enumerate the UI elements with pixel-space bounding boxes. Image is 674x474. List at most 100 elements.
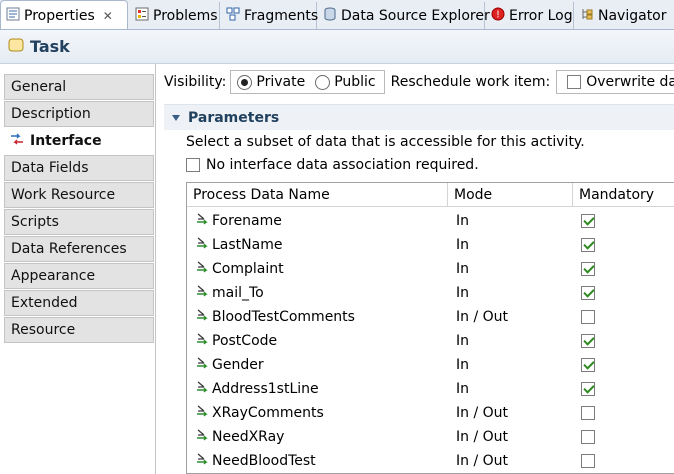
- sidebar-item-label: Appearance: [11, 268, 96, 284]
- sidebar-item-label: General: [11, 79, 67, 95]
- process-data-name: BloodTestComments: [212, 309, 355, 325]
- sidebar-item-resource[interactable]: Resource: [4, 317, 154, 343]
- column-header-mandatory[interactable]: Mandatory: [573, 183, 674, 207]
- mandatory-checkbox[interactable]: [581, 358, 595, 372]
- sidebar-item-general[interactable]: General: [4, 74, 154, 100]
- process-data-name-cell: PostCode: [195, 329, 277, 353]
- mode-cell[interactable]: In / Out: [456, 425, 508, 449]
- process-data-name: NeedBloodTest: [212, 453, 316, 469]
- mode-cell[interactable]: In: [456, 377, 469, 401]
- tab-fragments[interactable]: Fragments: [221, 2, 318, 29]
- table-row[interactable]: BloodTestComments In / Out: [187, 305, 674, 329]
- table-row[interactable]: PostCode In: [187, 329, 674, 353]
- visibility-row: Visibility: Private Public Reschedule wo…: [164, 70, 674, 94]
- table-row[interactable]: Forename In: [187, 209, 674, 233]
- close-icon[interactable]: ✕: [103, 9, 113, 23]
- table-row[interactable]: NeedBloodTest In / Out: [187, 449, 674, 473]
- no-association-checkbox[interactable]: [186, 158, 200, 172]
- mandatory-checkbox[interactable]: [581, 238, 595, 252]
- overwrite-data-option: Overwrite data a: [556, 70, 674, 94]
- sidebar-item-appearance[interactable]: Appearance: [4, 263, 154, 289]
- tab-properties[interactable]: Properties ✕: [0, 0, 128, 29]
- mode-cell[interactable]: In: [456, 209, 469, 233]
- mandatory-checkbox[interactable]: [581, 334, 595, 348]
- table-row[interactable]: mail_To In: [187, 281, 674, 305]
- sidebar-item-label: Interface: [30, 133, 102, 149]
- mandatory-checkbox[interactable]: [581, 310, 595, 324]
- navigator-icon: [580, 7, 594, 25]
- tab-navigator[interactable]: Navigator: [575, 2, 674, 29]
- table-row[interactable]: NeedXRay In / Out: [187, 425, 674, 449]
- overwrite-data-label: Overwrite data a: [586, 74, 674, 90]
- expand-triangle-icon[interactable]: [172, 114, 180, 121]
- mode-cell[interactable]: In / Out: [456, 449, 508, 473]
- mandatory-checkbox[interactable]: [581, 262, 595, 276]
- private-radio[interactable]: [237, 74, 253, 90]
- sidebar-item-work-resource[interactable]: Work Resource: [4, 182, 154, 208]
- mode-cell[interactable]: In / Out: [456, 305, 508, 329]
- mode-cell[interactable]: In: [456, 281, 469, 305]
- visibility-label: Visibility:: [164, 74, 227, 90]
- mandatory-checkbox[interactable]: [581, 214, 595, 228]
- problems-icon: [135, 7, 149, 25]
- mandatory-checkbox[interactable]: [581, 406, 595, 420]
- process-data-name: PostCode: [212, 333, 278, 349]
- mandatory-cell: [581, 233, 595, 257]
- mandatory-checkbox[interactable]: [581, 430, 595, 444]
- column-header-mode[interactable]: Mode: [448, 183, 573, 207]
- sidebar-item-description[interactable]: Description: [4, 101, 154, 127]
- mandatory-cell: [581, 329, 595, 353]
- sidebar-item-interface[interactable]: Interface: [0, 128, 156, 154]
- process-data-name: XRayComments: [212, 405, 324, 421]
- overwrite-data-checkbox[interactable]: [567, 75, 582, 89]
- table-row[interactable]: Gender In: [187, 353, 674, 377]
- section-title: Parameters: [188, 109, 280, 126]
- data-field-icon: [195, 452, 209, 470]
- mandatory-cell: [581, 425, 595, 449]
- svg-text:!: !: [496, 9, 500, 20]
- sidebar-item-label: Work Resource: [11, 187, 116, 203]
- tab-data-source-explorer[interactable]: Data Source Explorer: [318, 2, 490, 29]
- mandatory-checkbox[interactable]: [581, 382, 595, 396]
- mode-cell[interactable]: In: [456, 353, 469, 377]
- table-row[interactable]: XRayComments In / Out: [187, 401, 674, 425]
- mode-cell[interactable]: In / Out: [456, 401, 508, 425]
- sidebar-item-data-references[interactable]: Data References: [4, 236, 154, 262]
- mode-cell[interactable]: In: [456, 329, 469, 353]
- data-field-icon: [195, 356, 209, 374]
- tab-label: Error Log: [509, 7, 573, 24]
- tab-label: Navigator: [598, 7, 667, 24]
- process-data-name-cell: Forename: [195, 209, 282, 233]
- sidebar-item-extended[interactable]: Extended: [4, 290, 154, 316]
- parameters-table: Process Data Name Mode Mandatory Forenam…: [186, 182, 674, 474]
- mandatory-cell: [581, 209, 595, 233]
- mandatory-checkbox[interactable]: [581, 454, 595, 468]
- table-row[interactable]: LastName In: [187, 233, 674, 257]
- interface-panel: Visibility: Private Public Reschedule wo…: [156, 64, 674, 474]
- process-data-name: Address1stLine: [212, 381, 319, 397]
- process-data-name-cell: Gender: [195, 353, 264, 377]
- public-radio[interactable]: [315, 74, 331, 90]
- table-row[interactable]: Complaint In: [187, 257, 674, 281]
- sidebar-item-data-fields[interactable]: Data Fields: [4, 155, 154, 181]
- property-sections: General Description Interface Data Field…: [0, 64, 156, 474]
- mode-cell[interactable]: In: [456, 257, 469, 281]
- tab-error-log[interactable]: ! Error Log: [486, 2, 574, 29]
- process-data-name-cell: mail_To: [195, 281, 264, 305]
- parameters-section-header[interactable]: Parameters: [164, 104, 674, 130]
- table-row[interactable]: Address1stLine In: [187, 377, 674, 401]
- mandatory-cell: [581, 353, 595, 377]
- sidebar-item-scripts[interactable]: Scripts: [4, 209, 154, 235]
- sidebar-item-label: Resource: [11, 322, 76, 338]
- task-icon: [8, 38, 24, 56]
- tab-problems[interactable]: Problems: [130, 2, 220, 29]
- error-log-icon: !: [491, 7, 505, 25]
- mandatory-cell: [581, 377, 595, 401]
- tab-label: Properties: [24, 7, 95, 24]
- process-data-name: LastName: [212, 237, 283, 253]
- mode-cell[interactable]: In: [456, 233, 469, 257]
- mandatory-checkbox[interactable]: [581, 286, 595, 300]
- process-data-name: Complaint: [212, 261, 284, 277]
- reschedule-group: Reschedule work item: Overwrite data a: [391, 70, 674, 94]
- column-header-process-data-name[interactable]: Process Data Name: [187, 183, 448, 207]
